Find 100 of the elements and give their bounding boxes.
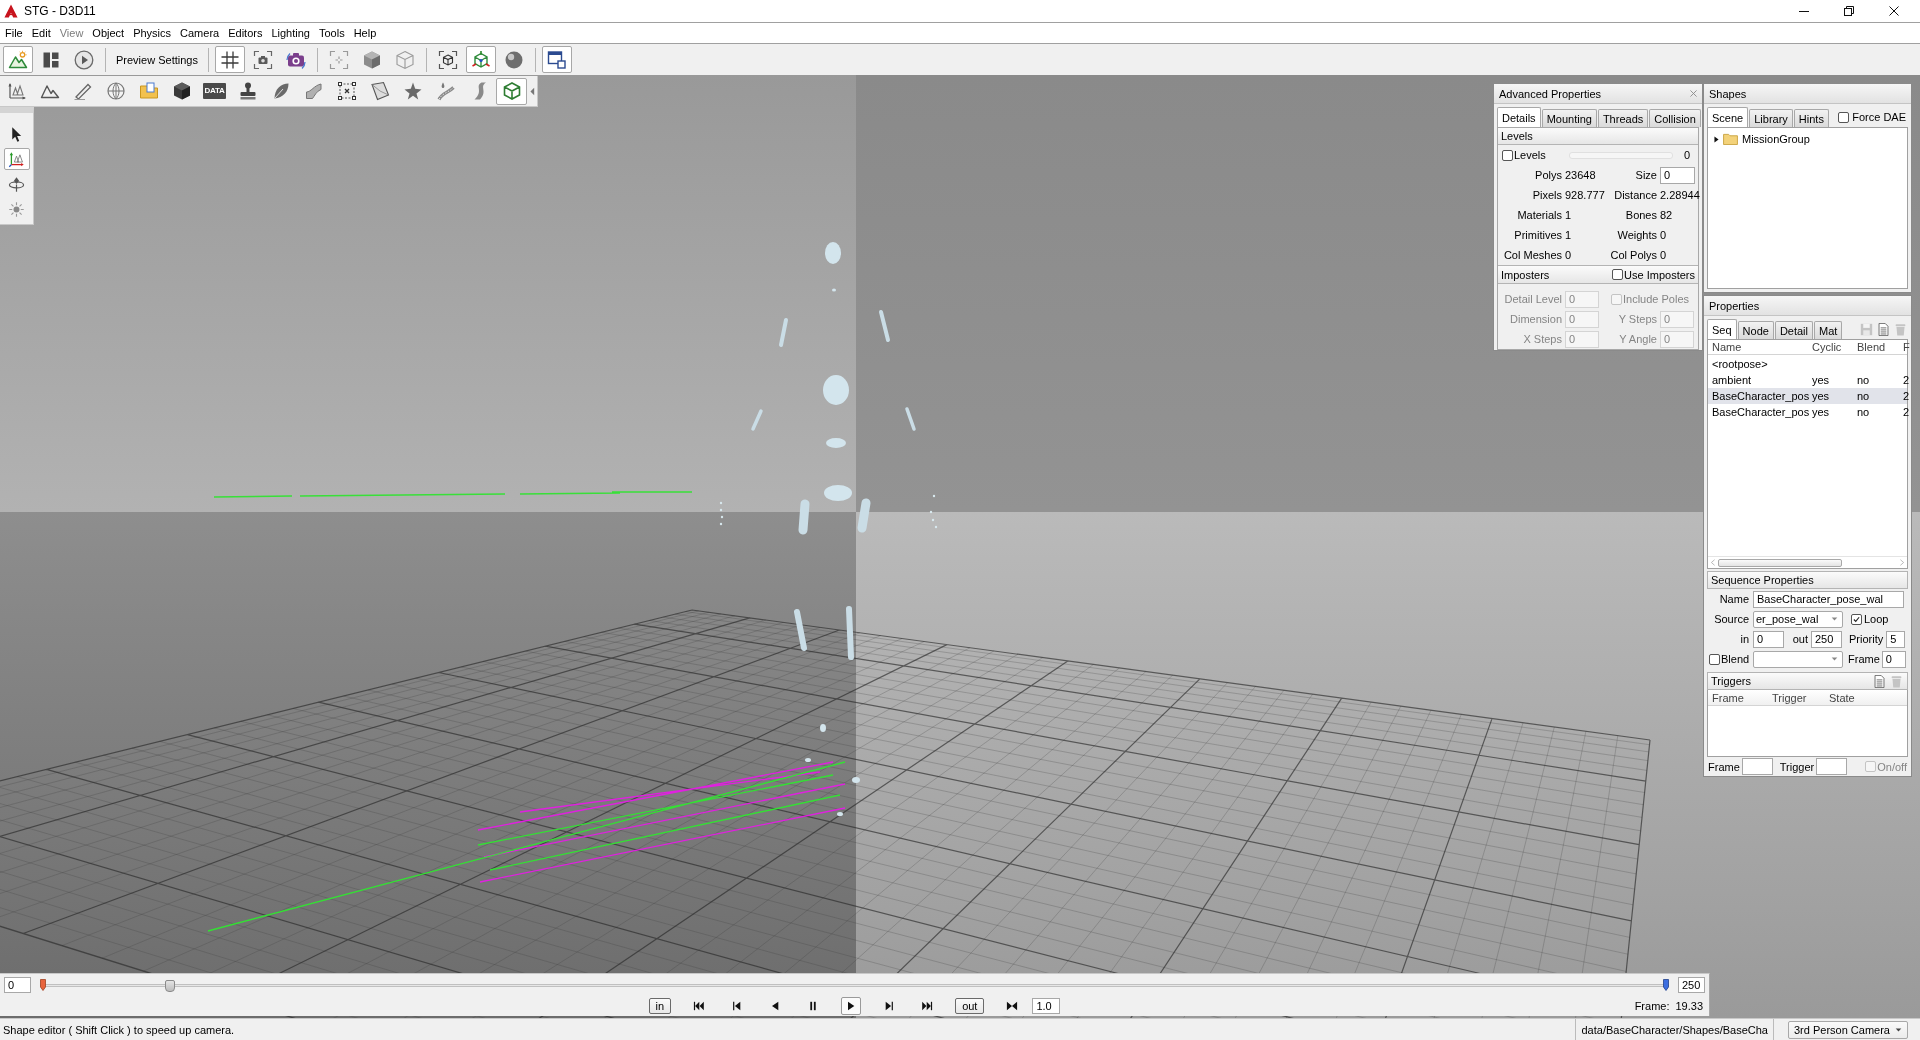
tab[interactable]: Node bbox=[1737, 321, 1774, 339]
tab[interactable]: Hints bbox=[1793, 109, 1829, 127]
restore-icon[interactable] bbox=[1843, 6, 1854, 16]
sphere-icon[interactable] bbox=[503, 49, 524, 70]
new-page-icon[interactable] bbox=[1877, 322, 1890, 336]
sequence-row[interactable]: BaseCharacter_pos yes no 2 bbox=[1708, 404, 1907, 420]
menu-item[interactable]: Lighting bbox=[267, 25, 315, 41]
column-header[interactable]: Trigger bbox=[1772, 691, 1829, 704]
out-field[interactable]: 250 bbox=[1811, 630, 1842, 648]
globe-icon[interactable] bbox=[105, 81, 126, 101]
stat-value: 1 bbox=[1565, 229, 1572, 241]
end-frame-field[interactable]: 250 bbox=[1678, 977, 1705, 993]
frame-x-icon[interactable] bbox=[336, 81, 357, 101]
folder-icon[interactable] bbox=[138, 81, 159, 101]
in-marker-icon[interactable] bbox=[40, 978, 46, 991]
wire-cube-icon[interactable] bbox=[501, 81, 522, 101]
trigger-frame-field[interactable] bbox=[1741, 758, 1773, 775]
sheet-icon[interactable] bbox=[369, 81, 390, 101]
tab[interactable]: Collision bbox=[1649, 109, 1701, 127]
checkbox[interactable] bbox=[1838, 111, 1850, 123]
slider-thumb[interactable] bbox=[165, 979, 176, 992]
axes-trees-icon[interactable] bbox=[8, 150, 25, 168]
play-icon[interactable] bbox=[74, 49, 94, 70]
preview-settings-button[interactable]: Preview Settings bbox=[112, 46, 202, 73]
timeline-slider[interactable] bbox=[40, 978, 1669, 992]
checkbox[interactable] bbox=[1851, 613, 1862, 625]
expand-arrow-icon[interactable] bbox=[1714, 135, 1719, 143]
checkbox[interactable] bbox=[1709, 653, 1720, 665]
table-cell-text: no bbox=[1857, 390, 1871, 402]
sequence-row[interactable]: ambient yes no 2 bbox=[1708, 372, 1907, 388]
direction-icon[interactable] bbox=[1006, 1000, 1019, 1012]
sun-icon[interactable] bbox=[8, 200, 25, 218]
framed-cube-icon[interactable] bbox=[437, 49, 458, 70]
transport-button[interactable] bbox=[841, 997, 862, 1015]
menu-item[interactable]: Edit bbox=[27, 25, 56, 41]
rotate-icon[interactable] bbox=[8, 175, 25, 193]
scrollbar-thumb[interactable] bbox=[1718, 558, 1842, 567]
column-header[interactable]: Frame bbox=[1712, 691, 1772, 704]
sequence-row[interactable]: <rootpose> bbox=[1708, 356, 1907, 372]
checkbox[interactable] bbox=[1502, 149, 1513, 161]
column-header[interactable]: Blend bbox=[1857, 341, 1903, 353]
menu-item[interactable]: Tools bbox=[315, 25, 350, 41]
skip-end-icon[interactable] bbox=[921, 1000, 934, 1012]
name-field[interactable]: BaseCharacter_pose_wal bbox=[1753, 590, 1904, 608]
in-field[interactable]: 0 bbox=[1753, 630, 1784, 648]
marker-button[interactable]: out bbox=[955, 998, 985, 1014]
marker-button[interactable]: in bbox=[648, 998, 672, 1014]
caret-icon[interactable] bbox=[1895, 1027, 1902, 1032]
tab[interactable]: Detail bbox=[1774, 321, 1813, 339]
toolbar-button[interactable] bbox=[541, 46, 572, 73]
tab[interactable]: Mounting bbox=[1541, 109, 1597, 127]
column-header[interactable]: State bbox=[1829, 691, 1907, 704]
column-header[interactable]: F bbox=[1903, 341, 1910, 353]
stat-value: 0 bbox=[1660, 249, 1667, 261]
tree-item[interactable]: MissionGroup bbox=[1742, 133, 1810, 145]
camera-icon[interactable] bbox=[252, 49, 273, 70]
collapse-arrow-icon[interactable] bbox=[530, 86, 535, 96]
close-icon[interactable] bbox=[1888, 6, 1899, 16]
ramp-icon[interactable] bbox=[303, 81, 324, 101]
start-frame-field[interactable]: 0 bbox=[4, 977, 31, 993]
menu-item[interactable]: Object bbox=[88, 25, 130, 41]
horizontal-scrollbar[interactable] bbox=[1708, 556, 1907, 568]
pen-icon[interactable] bbox=[72, 81, 93, 101]
tab[interactable]: Scene bbox=[1707, 107, 1749, 127]
grid-icon[interactable] bbox=[219, 49, 240, 70]
section-header: Levels bbox=[1501, 130, 1533, 142]
trigger-name-field[interactable] bbox=[1816, 758, 1848, 775]
sequence-row[interactable]: BaseCharacter_pos yes no 2 bbox=[1708, 388, 1907, 404]
tab[interactable]: Threads bbox=[1597, 109, 1649, 127]
tab[interactable]: Seq bbox=[1707, 319, 1737, 339]
priority-field[interactable]: 5 bbox=[1886, 630, 1906, 648]
window-icon[interactable] bbox=[546, 49, 567, 70]
step-forward-icon[interactable] bbox=[883, 1000, 896, 1012]
speed-field[interactable]: 1.0 bbox=[1032, 998, 1061, 1014]
axes-trees-icon[interactable] bbox=[6, 81, 27, 101]
table-cell-text: yes bbox=[1812, 406, 1831, 418]
menu-item[interactable]: File bbox=[1, 25, 28, 41]
data-tile-button[interactable]: DATA bbox=[199, 77, 230, 105]
star-icon[interactable] bbox=[402, 81, 423, 101]
tab[interactable]: Mat bbox=[1814, 321, 1843, 339]
column-header[interactable]: Name bbox=[1712, 341, 1812, 353]
camera-dropdown[interactable]: 3rd Person Camera bbox=[1788, 1020, 1908, 1039]
gizmo-icon[interactable] bbox=[470, 49, 491, 70]
source-dropdown[interactable]: er_pose_wal bbox=[1753, 610, 1843, 628]
tab[interactable]: Details bbox=[1497, 107, 1541, 127]
column-header[interactable]: Cyclic bbox=[1812, 341, 1857, 353]
tab[interactable]: Library bbox=[1749, 109, 1793, 127]
menu-item[interactable]: Camera bbox=[176, 25, 225, 41]
mountain-sun-icon[interactable] bbox=[8, 49, 28, 70]
app-logo-icon bbox=[4, 4, 18, 18]
road-icon[interactable] bbox=[435, 81, 456, 101]
menu-item[interactable]: Physics bbox=[129, 25, 177, 41]
menu-item[interactable]: Help bbox=[349, 25, 382, 41]
skip-start-icon[interactable] bbox=[693, 1000, 706, 1012]
frame-field[interactable]: 0 bbox=[1881, 650, 1906, 668]
cube-icon[interactable] bbox=[171, 81, 192, 101]
stat-field[interactable]: 0 bbox=[1660, 166, 1695, 184]
new-page-icon[interactable] bbox=[1873, 674, 1886, 688]
menu-item[interactable]: Editors bbox=[224, 25, 268, 41]
out-marker-icon[interactable] bbox=[1663, 978, 1669, 991]
